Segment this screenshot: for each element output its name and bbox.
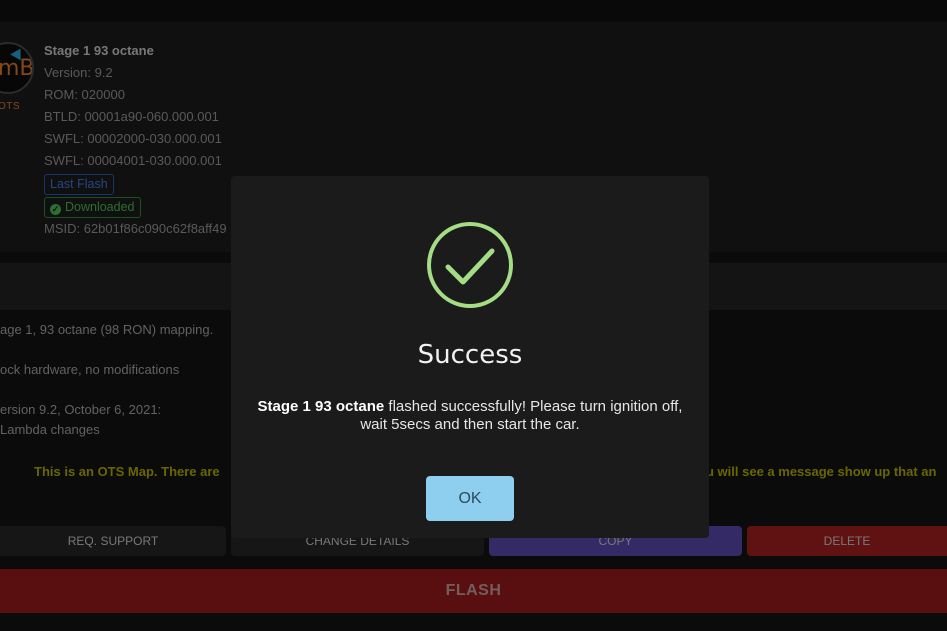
dialog-message: Stage 1 93 octane flashed successfully! … — [251, 398, 689, 434]
check-circle-icon — [427, 222, 513, 308]
dialog-message-text: flashed successfully! Please turn igniti… — [360, 398, 683, 433]
ok-button[interactable]: OK — [426, 476, 514, 521]
dialog-map-name: Stage 1 93 octane — [257, 398, 385, 415]
dialog-title: Success — [417, 340, 523, 370]
success-dialog: Success Stage 1 93 octane flashed succes… — [231, 176, 709, 538]
